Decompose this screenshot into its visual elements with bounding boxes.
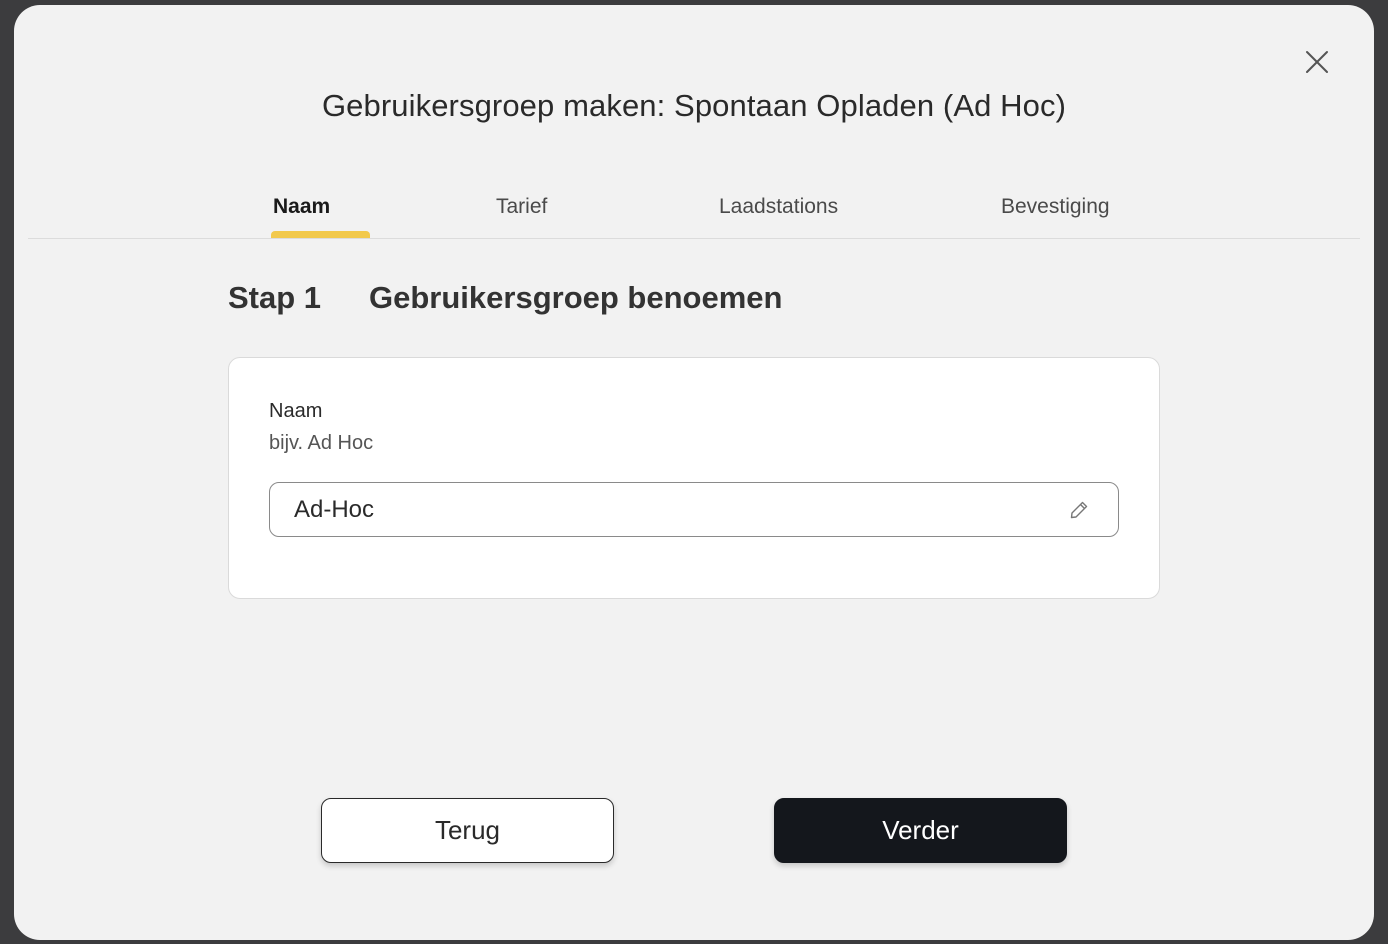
next-button[interactable]: Verder — [774, 798, 1067, 863]
active-tab-indicator — [271, 231, 370, 238]
step-number: Stap 1 — [228, 280, 322, 315]
name-input-wrapper — [269, 482, 1119, 537]
tab-laadstations[interactable]: Laadstations — [719, 195, 838, 219]
wizard-tabs: Naam Tarief Laadstations Bevestiging — [28, 5, 1360, 239]
name-field-hint: bijv. Ad Hoc — [269, 432, 374, 454]
pencil-icon[interactable] — [1069, 500, 1089, 520]
tab-naam[interactable]: Naam — [273, 195, 330, 219]
name-form-card: Naam bijv. Ad Hoc — [228, 357, 1160, 599]
tab-bevestiging[interactable]: Bevestiging — [1001, 195, 1110, 219]
name-input[interactable] — [294, 483, 1054, 536]
name-field-label: Naam — [269, 400, 323, 422]
step-title: Gebruikersgroep benoemen — [369, 280, 783, 315]
tab-tarief[interactable]: Tarief — [496, 195, 547, 219]
back-button[interactable]: Terug — [321, 798, 614, 863]
create-user-group-dialog: Gebruikersgroep maken: Spontaan Opladen … — [14, 5, 1374, 940]
